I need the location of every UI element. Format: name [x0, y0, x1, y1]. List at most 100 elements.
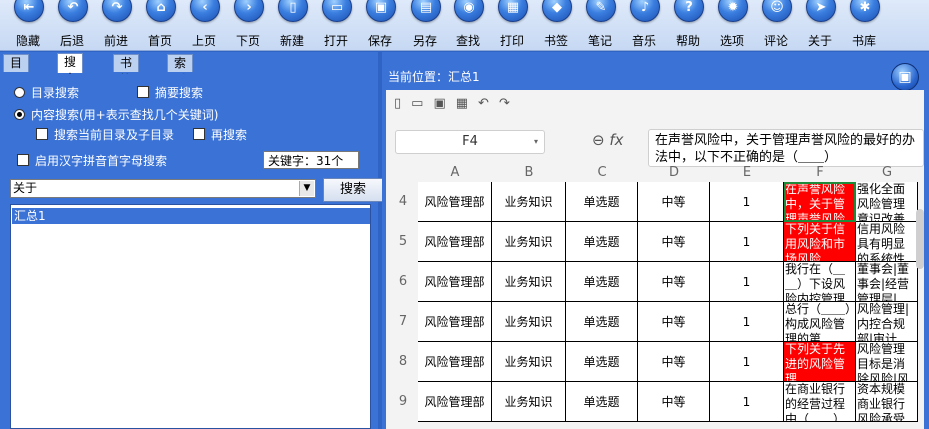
toolbar-button-3[interactable]: ⌂ 首页	[138, 0, 182, 50]
research-checkbox[interactable]: 再搜索	[193, 126, 247, 143]
print-icon[interactable]: ▦	[456, 96, 478, 111]
content-search-radio[interactable]: 内容搜索(用+表示查找几个关键词)	[14, 106, 218, 123]
undo-icon[interactable]: ↶	[478, 96, 499, 111]
table-cell[interactable]: 单选题	[566, 182, 638, 222]
dir-search-radio[interactable]: 目录搜索	[14, 84, 79, 101]
open-file-icon[interactable]: ▭	[411, 96, 433, 111]
toolbar-button-0[interactable]: ⇤ 隐藏	[6, 0, 50, 50]
chevron-down-icon[interactable]: ▾	[534, 131, 538, 153]
toolbar-button-18[interactable]: ➤ 关于	[798, 0, 842, 50]
toolbar-button-14[interactable]: ♪ 音乐	[622, 0, 666, 50]
table-cell[interactable]: 风险管理部	[418, 262, 492, 302]
column-header[interactable]: C	[566, 164, 638, 182]
table-cell[interactable]: 我行在（＿＿）下设风险内控管理	[784, 262, 856, 302]
row-header[interactable]: 4	[388, 182, 418, 222]
table-cell[interactable]: 业务知识	[492, 222, 566, 262]
name-box[interactable]: F4 ▾	[395, 130, 545, 154]
table-cell[interactable]: 1	[710, 382, 784, 422]
tab-bookmark[interactable]: 书签	[113, 54, 140, 87]
save-file-icon[interactable]: ▣	[433, 96, 455, 111]
tab-index[interactable]: 索引	[167, 54, 194, 87]
search-input[interactable]: 关于 ▼	[10, 179, 316, 198]
toolbar-button-7[interactable]: ▭ 打开	[314, 0, 358, 50]
table-cell[interactable]: 下列关于信用风险和市场风险	[784, 222, 856, 262]
table-cell[interactable]: 1	[710, 262, 784, 302]
column-header[interactable]: B	[492, 164, 566, 182]
toolbar-button-19[interactable]: ✱ 书库	[842, 0, 886, 50]
table-cell[interactable]: 风险管理|内控合规部|审计	[856, 302, 918, 342]
table-cell[interactable]: 风险管理部	[418, 302, 492, 342]
row-header[interactable]: 9	[388, 382, 418, 422]
table-cell[interactable]: 单选题	[566, 302, 638, 342]
search-current-checkbox[interactable]: 搜索当前目录及子目录	[36, 126, 174, 143]
toolbar-button-2[interactable]: ↷ 前进	[94, 0, 138, 50]
summary-search-checkbox[interactable]: 摘要搜索	[137, 84, 203, 101]
toolbar-button-17[interactable]: ☺ 评论	[754, 0, 798, 50]
table-cell[interactable]: 董事会|董事会|经营管理层|	[856, 262, 918, 302]
vertical-scrollbar[interactable]	[916, 209, 924, 269]
row-header[interactable]: 8	[388, 342, 418, 382]
table-cell[interactable]: 1	[710, 302, 784, 342]
toolbar-button-16[interactable]: ✹ 选项	[710, 0, 754, 50]
table-cell[interactable]: 风险管理目标是消除风险|风	[856, 342, 918, 382]
table-cell[interactable]: 在商业银行的经营过程中（＿＿）	[784, 382, 856, 422]
toolbar-button-1[interactable]: ↶ 后退	[50, 0, 94, 50]
table-cell[interactable]: 风险管理部	[418, 382, 492, 422]
table-cell[interactable]: 1	[710, 182, 784, 222]
formula-bar[interactable]: 在声誉风险中，关于管理声誉风险的最好的办法中，以下不正确的是（＿＿）	[648, 129, 924, 167]
toolbar-button-11[interactable]: ▦ 打印	[490, 0, 534, 50]
table-cell[interactable]: 单选题	[566, 382, 638, 422]
zoom-icon[interactable]: ⊖	[592, 131, 605, 149]
table-cell[interactable]: 1	[710, 222, 784, 262]
table-cell[interactable]: 单选题	[566, 342, 638, 382]
table-cell[interactable]: 中等	[638, 182, 710, 222]
toolbar-button-8[interactable]: ▣ 保存	[358, 0, 402, 50]
table-cell[interactable]: 强化全面风险管理意识改善公	[856, 182, 918, 222]
table-cell[interactable]: 总行（＿＿）构成风险管理的第	[784, 302, 856, 342]
table-cell[interactable]: 中等	[638, 262, 710, 302]
table-cell[interactable]: 中等	[638, 302, 710, 342]
table-cell[interactable]: 风险管理部	[418, 342, 492, 382]
pinyin-checkbox[interactable]: 启用汉字拼音首字母搜索	[17, 152, 167, 169]
tab-search[interactable]: 搜索	[57, 53, 84, 86]
toolbar-button-13[interactable]: ✎ 笔记	[578, 0, 622, 50]
search-results[interactable]: 汇总1	[10, 204, 371, 429]
result-item[interactable]: 汇总1	[12, 208, 370, 224]
column-header[interactable]: A	[418, 164, 492, 182]
new-file-icon[interactable]: ▯	[394, 96, 411, 111]
table-cell[interactable]: 风险管理部	[418, 182, 492, 222]
table-cell[interactable]: 下列关于先进的风险管理	[784, 342, 856, 382]
toolbar-button-6[interactable]: ▯ 新建	[270, 0, 314, 50]
expand-icon[interactable]: ▣	[891, 63, 919, 91]
table-cell[interactable]: 中等	[638, 382, 710, 422]
table-cell[interactable]: 业务知识	[492, 382, 566, 422]
fx-icon[interactable]: fx	[609, 131, 623, 149]
table-cell[interactable]: 1	[710, 342, 784, 382]
toolbar-button-4[interactable]: ‹ 上页	[182, 0, 226, 50]
table-cell[interactable]: 业务知识	[492, 182, 566, 222]
table-cell[interactable]: 中等	[638, 222, 710, 262]
column-header[interactable]: D	[638, 164, 710, 182]
table-cell[interactable]: 信用风险具有明显的系统性风	[856, 222, 918, 262]
toolbar-button-5[interactable]: › 下页	[226, 0, 270, 50]
toolbar-button-9[interactable]: ▤ 另存	[403, 0, 447, 50]
row-header[interactable]: 5	[388, 222, 418, 262]
chevron-down-icon[interactable]: ▼	[299, 181, 314, 196]
tab-toc[interactable]: 目录	[3, 54, 30, 87]
table-cell[interactable]: 风险管理部	[418, 222, 492, 262]
toolbar-button-12[interactable]: ◆ 书签	[534, 0, 578, 50]
search-button[interactable]: 搜索	[323, 178, 383, 202]
table-cell[interactable]: 单选题	[566, 262, 638, 302]
table-cell[interactable]: 在声誉风险中，关于管理声誉风险	[784, 182, 856, 222]
toolbar-button-10[interactable]: ◉ 查找	[446, 0, 490, 50]
table-cell[interactable]: 业务知识	[492, 342, 566, 382]
table-cell[interactable]: 业务知识	[492, 302, 566, 342]
table-cell[interactable]: 中等	[638, 342, 710, 382]
toolbar-button-15[interactable]: ? 帮助	[666, 0, 710, 50]
column-header[interactable]: G	[856, 164, 918, 182]
table-cell[interactable]: 单选题	[566, 222, 638, 262]
table-cell[interactable]: 资本规模商业银行风险承受	[856, 382, 918, 422]
row-header[interactable]: 6	[388, 262, 418, 302]
column-header[interactable]: F	[784, 164, 856, 182]
row-header[interactable]: 7	[388, 302, 418, 342]
